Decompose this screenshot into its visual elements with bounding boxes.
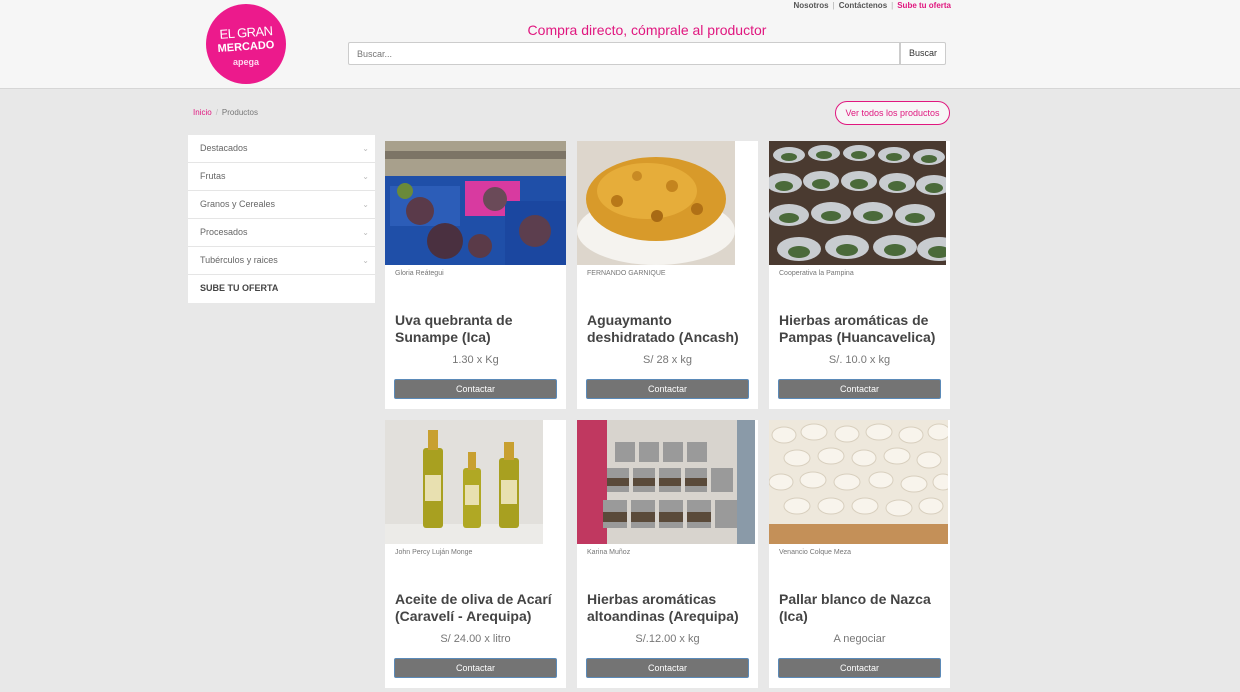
sidebar-item-frutas[interactable]: Frutas ⌄ (188, 163, 375, 191)
sidebar-item-destacados[interactable]: Destacados ⌄ (188, 135, 375, 163)
product-price: S/ 28 x kg (643, 354, 692, 366)
sidebar-item-procesados[interactable]: Procesados ⌄ (188, 219, 375, 247)
view-all-products-button[interactable]: Ver todos los productos (835, 101, 950, 125)
site-header: EL GRAN MERCADO apega Nosotros | Contácten… (0, 0, 1240, 89)
breadcrumb: Inicio / Productos (193, 108, 258, 117)
product-card: Cooperativa la Pampina Hierbas aromática… (769, 141, 950, 409)
product-image[interactable] (385, 420, 543, 544)
product-card: Venancio Colque Meza Pallar blanco de Na… (769, 420, 950, 688)
nav-separator: | (891, 1, 894, 10)
logo[interactable]: EL GRAN MERCADO apega (206, 4, 286, 84)
sidebar-item-label: Procesados (200, 227, 248, 237)
chevron-down-icon: ⌄ (362, 200, 369, 209)
contact-button[interactable]: Contactar (394, 379, 557, 399)
category-sidebar: Destacados ⌄ Frutas ⌄ Granos y Cereales ⌄ P… (188, 135, 375, 303)
top-nav: Nosotros | Contáctenos | Sube tu oferta (793, 1, 951, 10)
sidebar-item-label: Granos y Cereales (200, 199, 276, 209)
contact-button[interactable]: Contactar (586, 658, 749, 678)
product-seller: Venancio Colque Meza (779, 549, 851, 556)
nav-link-contactenos[interactable]: Contáctenos (839, 1, 887, 10)
contact-button[interactable]: Contactar (586, 379, 749, 399)
logo-line-3: apega (232, 57, 259, 67)
chevron-down-icon: ⌄ (362, 172, 369, 181)
search-button[interactable]: Buscar (900, 42, 946, 65)
search-input[interactable] (348, 42, 900, 65)
sidebar-item-label: Frutas (200, 171, 226, 181)
product-title[interactable]: Uva quebranta de Sunampe (Ica) (395, 312, 560, 346)
product-title[interactable]: Aguaymanto deshidratado (Ancash) (587, 312, 752, 346)
product-card: FERNANDO GARNIQUE Aguaymanto deshidratad… (577, 141, 758, 409)
product-seller: FERNANDO GARNIQUE (587, 270, 666, 277)
product-seller: Gloria Reátegui (395, 270, 444, 277)
chevron-down-icon: ⌄ (362, 256, 369, 265)
sidebar-item-granos[interactable]: Granos y Cereales ⌄ (188, 191, 375, 219)
contact-button[interactable]: Contactar (778, 658, 941, 678)
product-card: John Percy Luján Monge Aceite de oliva d… (385, 420, 566, 688)
tagline: Compra directo, cómprale al productor (527, 22, 767, 38)
chevron-down-icon: ⌄ (362, 228, 369, 237)
nav-link-nosotros[interactable]: Nosotros (793, 1, 828, 10)
product-image[interactable] (769, 420, 948, 544)
product-title[interactable]: Hierbas aromáticas de Pampas (Huancaveli… (779, 312, 944, 346)
product-price: 1.30 x Kg (452, 354, 499, 366)
product-price: S/. 10.0 x kg (828, 354, 891, 366)
product-title[interactable]: Aceite de oliva de Acarí (Caravelí - Are… (395, 591, 560, 625)
product-title[interactable]: Pallar blanco de Nazca (Ica) (779, 591, 944, 625)
sidebar-item-sube-tu-oferta[interactable]: SUBE TU OFERTA (188, 275, 375, 303)
product-price: S/ 24.00 x litro (440, 633, 511, 645)
product-title[interactable]: Hierbas aromáticas altoandinas (Arequipa… (587, 591, 752, 625)
chevron-down-icon: ⌄ (362, 144, 369, 153)
product-seller: John Percy Luján Monge (395, 549, 473, 556)
product-image[interactable] (385, 141, 566, 265)
product-price: A negociar (833, 633, 886, 645)
nav-link-sube-tu-oferta[interactable]: Sube tu oferta (897, 1, 951, 10)
nav-separator: | (832, 1, 835, 10)
sidebar-item-tuberculos[interactable]: Tubérculos y raices ⌄ (188, 247, 375, 275)
contact-button[interactable]: Contactar (394, 658, 557, 678)
product-card: Karina Muñoz Hierbas aromáticas altoandi… (577, 420, 758, 688)
product-image[interactable] (577, 141, 735, 265)
contact-button[interactable]: Contactar (778, 379, 941, 399)
breadcrumb-separator: / (215, 108, 218, 117)
breadcrumb-current: Productos (221, 108, 258, 117)
sidebar-item-label: Destacados (200, 143, 248, 153)
sidebar-item-label: Tubérculos y raices (200, 255, 278, 265)
breadcrumb-home[interactable]: Inicio (193, 108, 212, 117)
product-image[interactable] (577, 420, 755, 544)
product-image[interactable] (769, 141, 946, 265)
product-price: S/.12.00 x kg (635, 633, 700, 645)
product-seller: Karina Muñoz (587, 549, 631, 556)
product-card: Gloria Reátegui Uva quebranta de Sunampe… (385, 141, 566, 409)
product-seller: Cooperativa la Pampina (779, 270, 854, 277)
